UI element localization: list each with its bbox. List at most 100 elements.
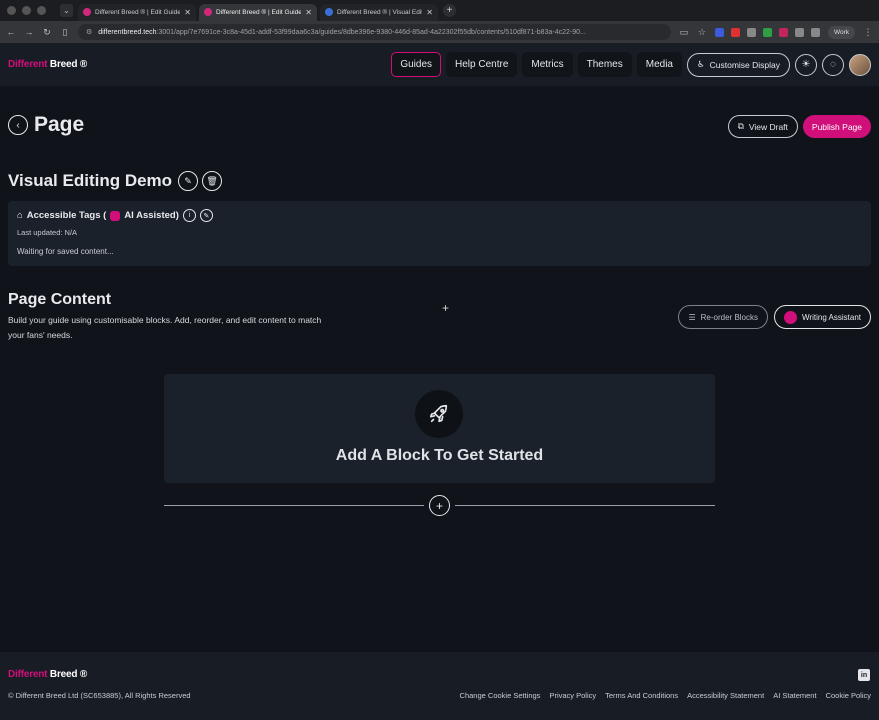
forward-arrow-icon[interactable]: → xyxy=(24,27,34,37)
url-field[interactable]: ⚙ differentbreed.tech:3001/app/7e7691ce-… xyxy=(78,24,671,40)
publish-page-button[interactable]: Publish Page xyxy=(802,115,871,138)
close-window-button[interactable] xyxy=(7,6,16,15)
extension-icon[interactable] xyxy=(746,27,756,37)
bookmark-star-icon[interactable]: ☆ xyxy=(697,27,707,38)
close-icon[interactable]: ✕ xyxy=(184,8,191,17)
new-tab-plus-icon[interactable]: + xyxy=(443,4,456,17)
logo-text-part2: Breed xyxy=(49,59,78,70)
footer-link-cookie-settings[interactable]: Change Cookie Settings xyxy=(460,691,541,700)
maximize-window-button[interactable] xyxy=(37,6,46,15)
info-icon[interactable]: i xyxy=(182,209,196,222)
main-nav: Guides Help Centre Metrics Themes Media … xyxy=(391,52,871,77)
nav-help-centre[interactable]: Help Centre xyxy=(446,52,518,77)
blue-favicon-icon xyxy=(325,8,333,16)
tags-last-updated: Last updated: N/A xyxy=(17,228,78,237)
nav-media[interactable]: Media xyxy=(636,52,682,77)
accessible-tags-card: ⌂ Accessible Tags ( AI Assisted) i ✎ Las… xyxy=(8,201,871,266)
divider-left xyxy=(164,505,424,506)
url-path: :3001/app/7e7691ce-3c8a-45d1-addf-53f99d… xyxy=(156,28,586,36)
edit-tags-pencil-icon[interactable]: ✎ xyxy=(199,209,213,222)
sidebar-icon[interactable]: ▯ xyxy=(60,27,70,38)
logo-registered-mark: ® xyxy=(79,669,88,680)
extensions-area xyxy=(714,27,820,37)
reorder-blocks-button[interactable]: ☰ Re-order Blocks xyxy=(678,305,769,329)
accessible-tags-label: Accessible Tags ( xyxy=(26,210,107,221)
ai-assistant-icon xyxy=(784,310,798,324)
ai-assistant-icon xyxy=(110,210,121,221)
view-draft-button[interactable]: ⧉ View Draft xyxy=(727,115,798,138)
brand-logo[interactable]: Different Breed ® xyxy=(8,59,87,70)
extension-icon[interactable] xyxy=(730,27,740,37)
extension-icon[interactable] xyxy=(714,27,724,37)
linkedin-icon[interactable]: in xyxy=(858,669,870,681)
footer-link-cookie-policy[interactable]: Cookie Policy xyxy=(826,691,871,700)
profile-button[interactable]: Work xyxy=(827,25,855,39)
plus-icon: + xyxy=(442,301,450,315)
theme-toggle-sun-icon[interactable]: ☀ xyxy=(795,53,817,76)
accessibility-icon: ♿ xyxy=(696,59,705,69)
footer-logo[interactable]: Different Breed ® xyxy=(8,669,87,680)
brand-favicon-icon xyxy=(83,8,91,16)
edit-pencil-icon[interactable]: ✎ xyxy=(178,171,199,191)
ai-assisted-label: AI Assisted) xyxy=(124,210,179,221)
nav-themes[interactable]: Themes xyxy=(577,52,632,77)
reload-icon[interactable]: ↻ xyxy=(42,27,52,38)
guide-title: Visual Editing Demo xyxy=(8,171,173,190)
browser-address-bar: ← → ↻ ▯ ⚙ differentbreed.tech:3001/app/7… xyxy=(0,21,879,43)
tab-search-chevron-icon[interactable]: ⌄ xyxy=(60,4,73,17)
writing-assistant-button[interactable]: Writing Assistant xyxy=(774,305,871,329)
add-block-card[interactable]: Add A Block To Get Started xyxy=(164,374,715,483)
footer-link-terms[interactable]: Terms And Conditions xyxy=(605,691,678,700)
guide-title-row: Visual Editing Demo ✎ 🗑 xyxy=(8,171,223,191)
cast-icon[interactable]: ▭ xyxy=(679,27,689,38)
logo-text-part1: Different xyxy=(8,59,48,70)
customise-display-label: Customise Display xyxy=(709,59,780,70)
chat-support-icon[interactable]: ◌ xyxy=(822,53,844,76)
empty-state-title: Add A Block To Get Started xyxy=(335,447,544,464)
tag-icon: ⌂ xyxy=(17,210,23,221)
back-chevron-icon[interactable]: ‹ xyxy=(8,115,28,135)
app-header: Different Breed ® Guides Help Centre Met… xyxy=(0,43,879,86)
view-draft-label: View Draft xyxy=(748,121,788,132)
site-info-icon[interactable]: ⚙ xyxy=(86,28,92,36)
footer-link-ai-statement[interactable]: AI Statement xyxy=(773,691,816,700)
page-content-title: Page Content xyxy=(8,291,112,308)
page-header: ‹ Page xyxy=(8,113,84,137)
writing-assistant-label: Writing Assistant xyxy=(802,312,861,322)
logo-text-part2: Breed xyxy=(49,669,78,680)
footer-link-accessibility[interactable]: Accessibility Statement xyxy=(687,691,764,700)
nav-metrics[interactable]: Metrics xyxy=(522,52,573,77)
menu-dots-icon[interactable]: ⋮ xyxy=(863,27,873,38)
nav-guides[interactable]: Guides xyxy=(391,52,442,77)
page-actions: ⧉ View Draft Publish Page xyxy=(727,115,871,138)
extension-icon[interactable] xyxy=(778,27,788,37)
browser-tab-bar: ⌄ Different Breed ® | Edit Guide ✕ Diffe… xyxy=(0,0,879,21)
back-arrow-icon[interactable]: ← xyxy=(6,27,16,37)
footer-links: Change Cookie Settings Privacy Policy Te… xyxy=(460,691,871,700)
close-icon[interactable]: ✕ xyxy=(426,8,433,17)
tab-title: Different Breed ® | Edit Guide xyxy=(95,8,181,16)
footer-link-privacy[interactable]: Privacy Policy xyxy=(549,691,596,700)
minimize-window-button[interactable] xyxy=(22,6,31,15)
browser-tab-3[interactable]: Different Breed ® | Visual Edit ✕ xyxy=(320,3,438,21)
tab-title: Different Breed ® | Visual Edit xyxy=(337,8,423,16)
tab-title: Different Breed ® | Edit Guide xyxy=(216,8,302,16)
logo-registered-mark: ® xyxy=(79,59,88,70)
list-reorder-icon: ☰ xyxy=(688,312,696,322)
brand-favicon-icon xyxy=(204,8,212,16)
delete-trash-icon[interactable]: 🗑 xyxy=(202,171,223,191)
window-controls[interactable] xyxy=(7,6,46,15)
url-host: differentbreed.tech xyxy=(98,28,157,36)
user-avatar[interactable] xyxy=(849,53,871,76)
tags-status: Waiting for saved content... xyxy=(17,247,114,256)
external-link-icon: ⧉ xyxy=(737,121,744,131)
add-block-plus-icon[interactable]: + xyxy=(429,495,450,516)
close-icon[interactable]: ✕ xyxy=(305,8,312,17)
page-content-description: Build your guide using customisable bloc… xyxy=(8,315,322,340)
browser-tab-1[interactable]: Different Breed ® | Edit Guide ✕ xyxy=(78,3,196,21)
browser-tab-2[interactable]: Different Breed ® | Edit Guide ✕ xyxy=(199,3,317,21)
customise-display-button[interactable]: ♿ Customise Display xyxy=(686,52,790,77)
puzzle-extensions-icon[interactable] xyxy=(810,27,820,37)
pen-extension-icon[interactable] xyxy=(794,27,804,37)
extension-icon[interactable] xyxy=(762,27,772,37)
